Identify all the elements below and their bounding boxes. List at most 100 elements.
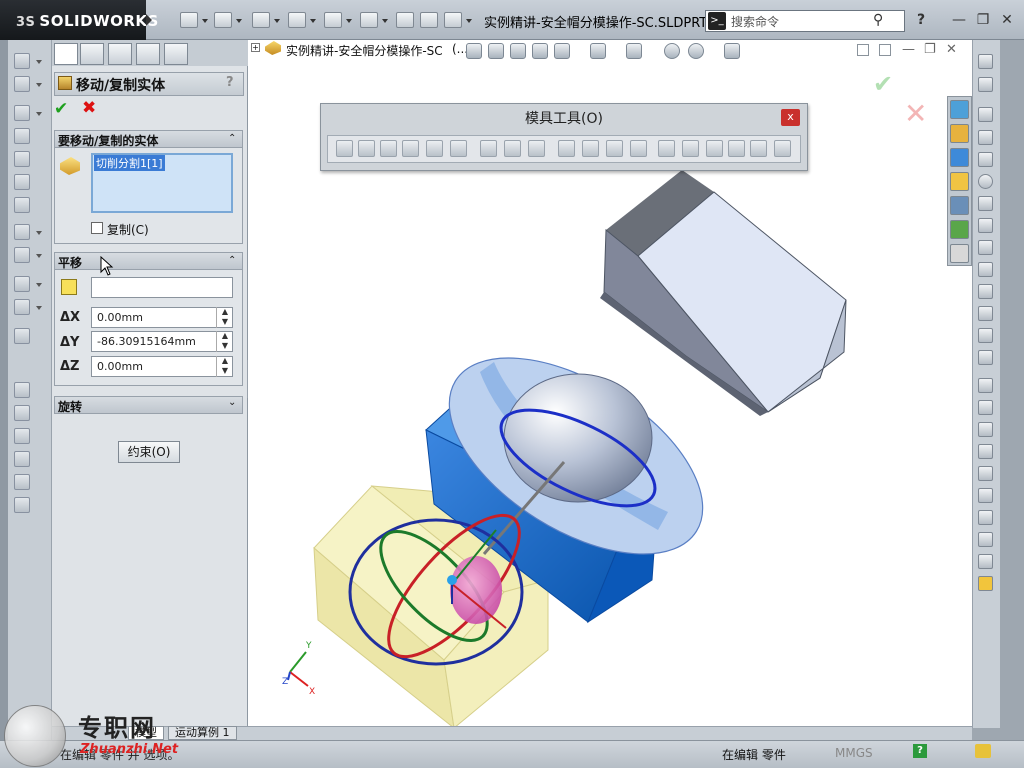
- close-button[interactable]: ✕: [998, 11, 1016, 29]
- mirror-entities-icon[interactable]: [978, 444, 993, 459]
- minimize-button[interactable]: —: [950, 11, 968, 29]
- scale-icon[interactable]: [558, 140, 575, 157]
- translate-group-header[interactable]: [54, 252, 243, 270]
- display-style-icon[interactable]: [626, 43, 642, 59]
- polygon-icon[interactable]: [978, 284, 993, 299]
- circle-icon[interactable]: [978, 174, 993, 189]
- expand-chevron-icon[interactable]: ⌄: [228, 397, 236, 408]
- repair-sketch-icon[interactable]: [978, 532, 993, 547]
- edit-appearance-icon[interactable]: [688, 43, 704, 59]
- revolve-icon[interactable]: [14, 128, 30, 144]
- design-library-icon[interactable]: [950, 148, 969, 167]
- chevron-down-icon[interactable]: [36, 60, 42, 64]
- extrude-boss-icon[interactable]: [14, 105, 30, 121]
- cavity-mt-icon[interactable]: [706, 140, 723, 157]
- move-entities-icon[interactable]: [978, 488, 993, 503]
- parting-surfaces-mt-icon[interactable]: [630, 140, 647, 157]
- new-document-icon[interactable]: [180, 12, 198, 28]
- rebuild-icon[interactable]: [396, 12, 414, 28]
- solidworks-logo[interactable]: 3S SOLIDWORKS: [0, 0, 158, 40]
- parting-line-icon[interactable]: [14, 405, 30, 421]
- chevron-down-icon[interactable]: [36, 83, 42, 87]
- viewport-minimize-icon[interactable]: —: [902, 42, 915, 57]
- chevron-down-icon[interactable]: [36, 283, 42, 287]
- status-help-icon[interactable]: ?: [913, 744, 927, 758]
- viewport-tile-icon[interactable]: [857, 44, 869, 56]
- view-orientation-icon[interactable]: [590, 43, 606, 59]
- chevron-down-icon[interactable]: [202, 19, 208, 23]
- collapse-chevron-icon[interactable]: ⌃: [228, 133, 236, 144]
- reference-entity-field[interactable]: [91, 277, 233, 298]
- feature-manager-tab[interactable]: [54, 43, 78, 65]
- arc-icon[interactable]: [978, 196, 993, 211]
- parting-line-analysis-icon[interactable]: [528, 140, 545, 157]
- sketch-rb-icon[interactable]: [978, 54, 993, 69]
- gray-core-block[interactable]: [600, 170, 847, 416]
- design-library-home-icon[interactable]: [950, 124, 969, 143]
- view-palette-icon[interactable]: [950, 196, 969, 215]
- copy-checkbox[interactable]: [91, 222, 103, 234]
- previous-view-icon[interactable]: [510, 43, 526, 59]
- delta-x-field[interactable]: 0.00mm: [91, 307, 233, 328]
- knit-surface-icon[interactable]: [402, 140, 419, 157]
- property-manager-tab[interactable]: [80, 43, 104, 65]
- viewport-restore-icon[interactable]: ❐: [924, 42, 936, 57]
- tag-icon[interactable]: [975, 744, 991, 758]
- ribbon-mt-icon[interactable]: [750, 140, 767, 157]
- chevron-down-icon[interactable]: [236, 19, 242, 23]
- offset-entities-icon[interactable]: [978, 422, 993, 437]
- dimension-rb-icon[interactable]: [978, 77, 993, 92]
- file-explorer-folder-icon[interactable]: [950, 172, 969, 191]
- undercut-analysis-icon[interactable]: [504, 140, 521, 157]
- tree-expand-icon[interactable]: +: [251, 43, 260, 52]
- chevron-down-icon[interactable]: [382, 19, 388, 23]
- display-manager-tab[interactable]: [164, 43, 188, 65]
- fillet-sketch-icon[interactable]: [978, 262, 993, 277]
- collapse-chevron-icon[interactable]: ⌃: [228, 255, 236, 266]
- line-icon[interactable]: [978, 107, 993, 122]
- print-icon[interactable]: [288, 12, 306, 28]
- loft-icon[interactable]: [14, 174, 30, 190]
- menu-expand-arrow-icon[interactable]: [146, 14, 152, 26]
- curves-icon[interactable]: [14, 299, 30, 315]
- file-properties-icon[interactable]: [420, 12, 438, 28]
- fillet-icon[interactable]: [14, 224, 30, 240]
- tooling-split-icon[interactable]: [14, 474, 30, 490]
- rectangle-icon[interactable]: [978, 130, 993, 145]
- sketch-mt-icon[interactable]: [336, 140, 353, 157]
- zoom-to-fit-icon[interactable]: [466, 43, 482, 59]
- chevron-down-icon[interactable]: [346, 19, 352, 23]
- solidworks-resources-icon[interactable]: [950, 100, 969, 119]
- tab-motion-study[interactable]: 运动算例 1: [168, 726, 237, 740]
- feature-tree-part-name[interactable]: 实例精讲-安全帽分模操作-SC: [286, 42, 443, 59]
- cancel-button[interactable]: ✖: [82, 98, 96, 118]
- shut-off-surface-icon[interactable]: [14, 428, 30, 444]
- move-face-icon[interactable]: [450, 140, 467, 157]
- viewport-close-icon[interactable]: ✕: [946, 42, 957, 57]
- linear-pattern-icon[interactable]: [978, 466, 993, 481]
- instant3d-icon[interactable]: [14, 328, 30, 344]
- planar-surface-icon[interactable]: [426, 140, 443, 157]
- spline-icon[interactable]: [978, 218, 993, 233]
- parting-lines-mt-icon[interactable]: [582, 140, 599, 157]
- mold-toolbar-close-button[interactable]: x: [781, 109, 800, 126]
- helmet-dome[interactable]: [503, 373, 653, 503]
- custom-properties-icon[interactable]: [950, 244, 969, 263]
- ruled-surface-icon[interactable]: [380, 140, 397, 157]
- rotate-group-header[interactable]: [54, 396, 243, 414]
- boundary-icon[interactable]: [14, 197, 30, 213]
- chevron-down-icon[interactable]: [466, 19, 472, 23]
- point-icon[interactable]: [978, 306, 993, 321]
- chevron-down-icon[interactable]: [36, 254, 42, 258]
- convert-entities-icon[interactable]: [978, 400, 993, 415]
- centerline-icon[interactable]: [978, 328, 993, 343]
- reference-geometry-icon[interactable]: [14, 276, 30, 292]
- draft-analysis-mt-icon[interactable]: [480, 140, 497, 157]
- hide-show-items-icon[interactable]: [664, 43, 680, 59]
- parting-surface-icon[interactable]: [14, 451, 30, 467]
- text-icon[interactable]: [978, 350, 993, 365]
- delta-y-field[interactable]: -86.30915164mm: [91, 331, 233, 352]
- chevron-down-icon[interactable]: [36, 112, 42, 116]
- tooling-split-mt-icon[interactable]: [658, 140, 675, 157]
- ok-button[interactable]: ✔: [54, 99, 68, 119]
